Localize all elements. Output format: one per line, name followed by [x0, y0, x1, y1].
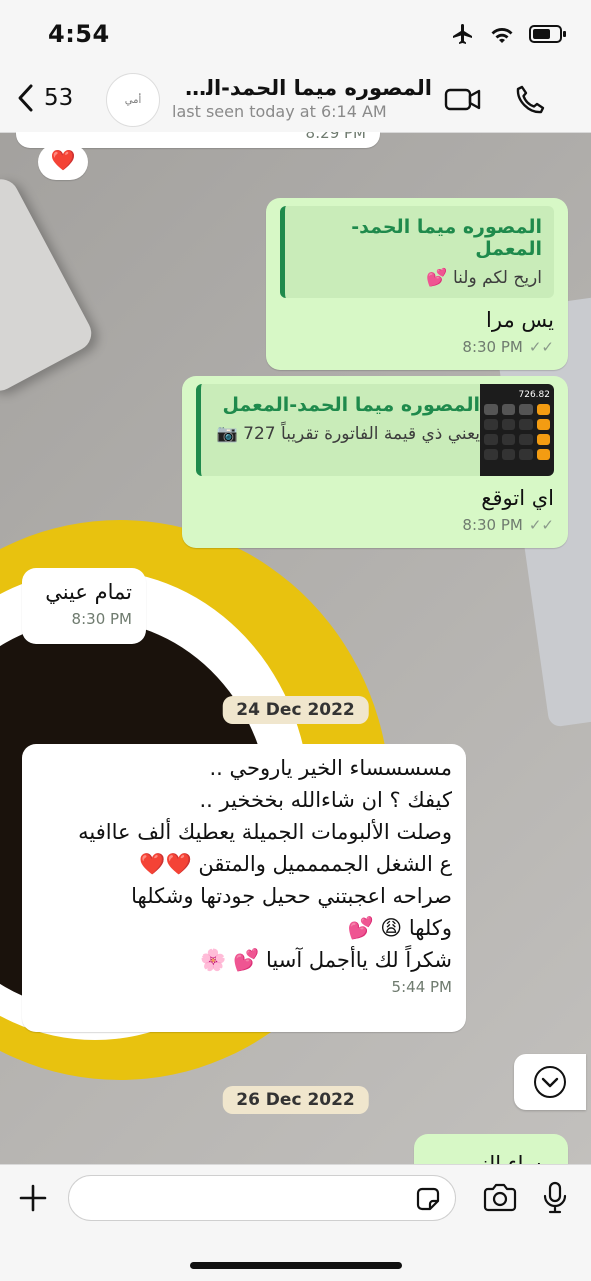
video-camera-icon — [444, 88, 481, 111]
message-list[interactable]: 8:29 PM ❤️ المصوره ميما الحمد-المعمل اري… — [0, 132, 591, 1164]
message-input[interactable] — [68, 1175, 456, 1221]
message-line: ع الشغل الجمممميل والمتقن ❤️❤️ — [139, 852, 452, 876]
sticker-button[interactable] — [414, 1185, 442, 1217]
chat-header: 53 أمي المصوره ميما الحمد-المع... last s… — [0, 70, 591, 133]
camera-icon — [483, 1183, 517, 1212]
video-call-button[interactable] — [444, 84, 482, 118]
contact-avatar[interactable]: أمي — [106, 73, 160, 127]
unread-count: 53 — [44, 85, 74, 111]
attach-button[interactable] — [18, 1183, 48, 1217]
status-icons — [451, 22, 567, 46]
microphone-icon — [543, 1181, 567, 1214]
reaction-heart: ❤️ — [50, 148, 76, 172]
message-time: 8:30 PM — [462, 338, 523, 356]
message-time: 8:30 PM — [71, 610, 132, 628]
battery-icon — [529, 25, 566, 43]
plus-icon — [19, 1184, 47, 1212]
scroll-to-bottom-button[interactable] — [514, 1054, 586, 1110]
message-line: وصلت الألبومات الجميلة يعطيك ألف عاافيه — [78, 820, 452, 844]
quoted-message[interactable]: المصوره ميما الحمد-المعمل يعني ذي قيمة ا… — [196, 384, 554, 476]
message-text: مساء النور — [461, 1152, 555, 1164]
sticker-icon — [416, 1187, 440, 1211]
quoted-text: اريح لكم ولنا 💕 — [426, 268, 542, 288]
voice-call-button[interactable] — [514, 84, 546, 120]
double-check-icon: ✓✓ — [528, 516, 554, 534]
date-separator: 24 Dec 2022 — [222, 696, 369, 724]
home-indicator[interactable] — [190, 1262, 402, 1269]
wifi-icon — [491, 28, 513, 43]
quoted-sender: المصوره ميما الحمد-المعمل — [222, 394, 480, 416]
message-time: 5:44 PM — [391, 978, 452, 996]
message-bubble-outgoing[interactable]: المصوره ميما الحمد-المعمل يعني ذي قيمة ا… — [182, 376, 568, 548]
message-text: اي اتوقع — [481, 486, 554, 510]
chevron-down-icon — [534, 1066, 566, 1098]
last-seen: last seen today at 6:14 AM — [172, 102, 387, 121]
airplane-icon — [453, 24, 472, 44]
message-line: كيفك ؟ ان شاءالله بخخخير .. — [199, 788, 452, 812]
quoted-text-value: يعني ذي قيمة الفاتورة تقريباً 727 — [243, 424, 480, 444]
message-bubble-incoming[interactable]: مسسسساء الخير ياروحي .. كيفك ؟ ان شاءالل… — [22, 744, 466, 1032]
contact-name: المصوره ميما الحمد-المع... — [172, 76, 432, 100]
message-line: شكراً لك ياأجمل آسيا 💕 🌸 — [200, 948, 452, 972]
calc-display: 726.82 — [518, 390, 551, 400]
voice-note-button[interactable] — [542, 1181, 568, 1219]
quoted-text: يعني ذي قيمة الفاتورة تقريباً 727 📷 — [213, 424, 480, 444]
double-check-icon: ✓✓ — [528, 338, 554, 356]
quoted-sender: المصوره ميما الحمد-المعمل — [351, 216, 542, 260]
reaction-badge[interactable]: ❤️ — [38, 144, 88, 180]
message-bubble-incoming[interactable]: تمام عيني 8:30 PM — [22, 568, 146, 644]
phone-icon — [516, 85, 545, 114]
camera-button[interactable] — [482, 1183, 518, 1217]
camera-icon: 📷 — [216, 424, 238, 444]
message-time: 8:30 PM — [462, 516, 523, 534]
date-separator: 26 Dec 2022 — [222, 1086, 369, 1114]
message-text: تمام عيني — [45, 580, 132, 604]
message-line: وكلها 😩 💕 — [347, 916, 452, 940]
message-time: 8:29 PM — [305, 132, 366, 142]
contact-info[interactable]: المصوره ميما الحمد-المع... last seen tod… — [172, 76, 432, 121]
chevron-left-icon — [18, 84, 33, 112]
message-bubble-outgoing[interactable]: مساء النور — [414, 1134, 568, 1164]
status-time: 4:54 — [48, 20, 110, 48]
message-meta: 8:30 PM ✓✓ — [196, 516, 554, 534]
message-bubble-outgoing[interactable]: المصوره ميما الحمد-المعمل اريح لكم ولنا … — [266, 198, 568, 370]
message-meta: 8:30 PM ✓✓ — [280, 338, 554, 356]
avatar-text: أمي — [124, 94, 142, 106]
status-bar: 4:54 — [0, 0, 591, 70]
quoted-image-thumbnail: 726.82 — [480, 384, 554, 476]
quoted-message[interactable]: المصوره ميما الحمد-المعمل اريح لكم ولنا … — [280, 206, 554, 298]
message-text: يس مرا — [486, 308, 554, 332]
back-button[interactable]: 53 — [16, 83, 73, 113]
message-line: صراحه اعجبتني ححيل جودتها وشكلها — [131, 884, 452, 908]
message-line: مسسسساء الخير ياروحي .. — [209, 756, 452, 780]
